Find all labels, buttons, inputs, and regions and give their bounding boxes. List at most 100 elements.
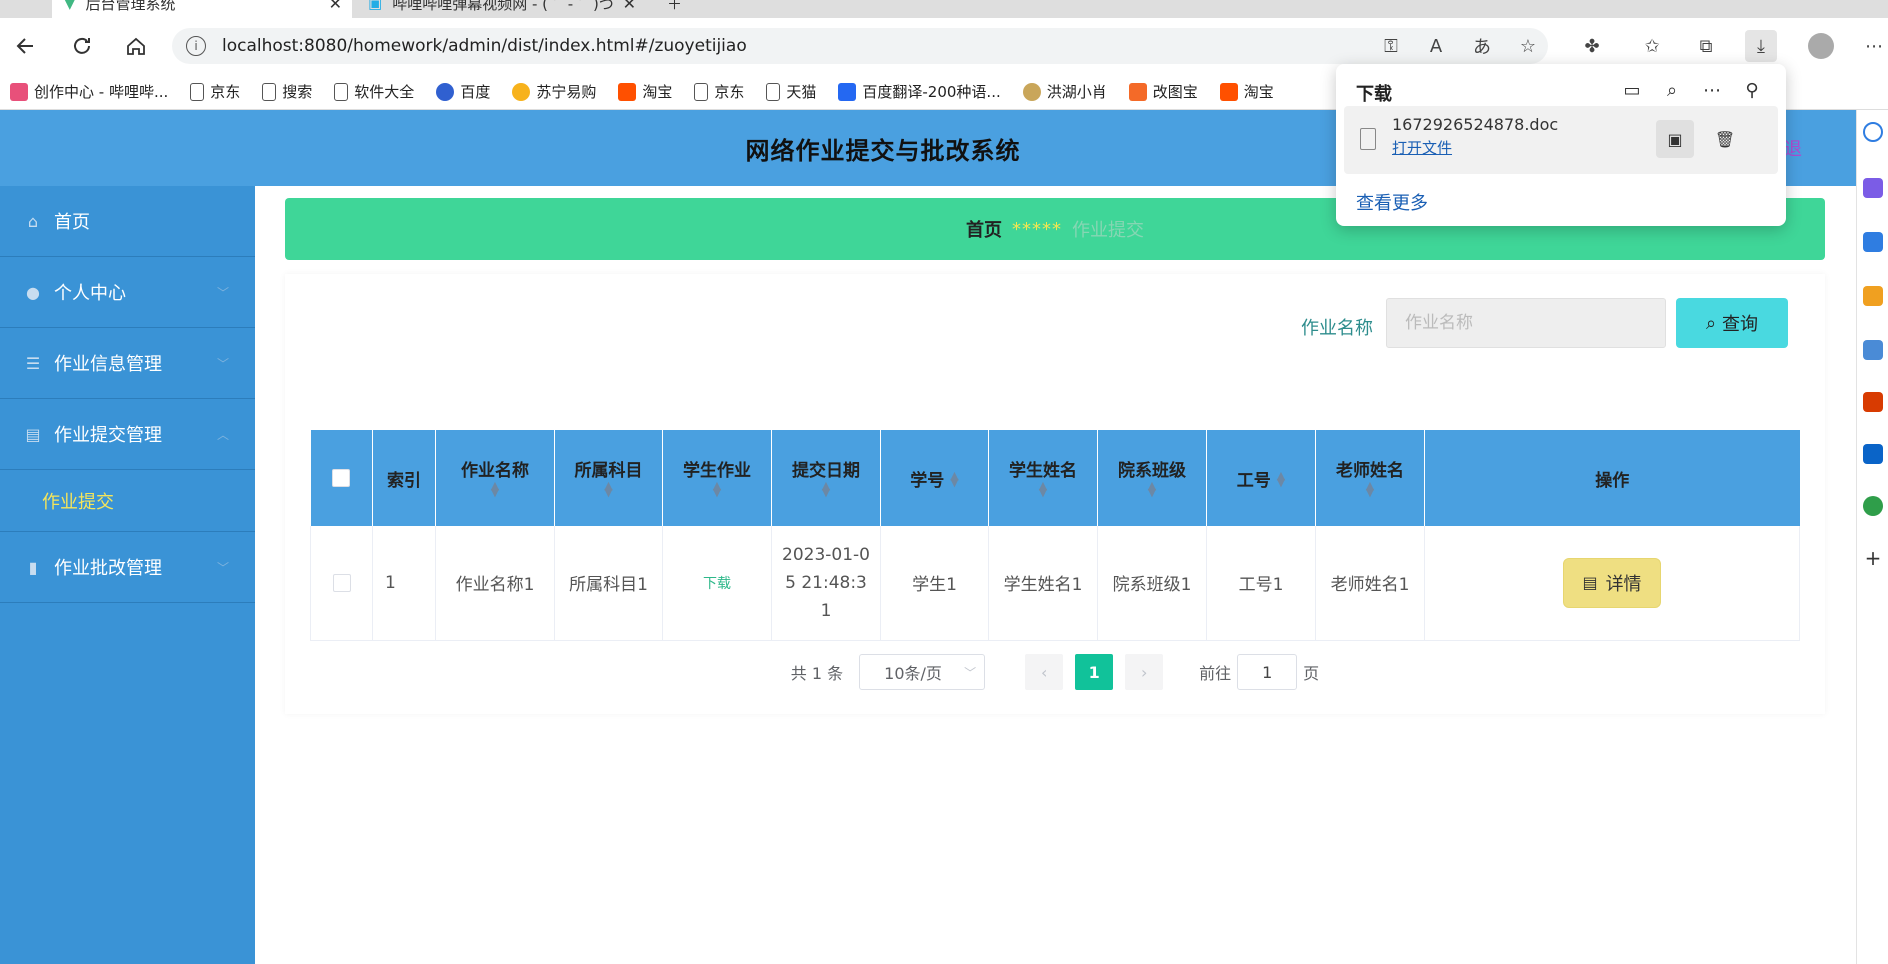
breadcrumb-home[interactable]: 首页 bbox=[966, 216, 1002, 242]
bookmark-item[interactable]: 搜索 bbox=[262, 81, 312, 102]
search-input[interactable] bbox=[1386, 298, 1666, 348]
detail-button[interactable]: ▤ 详情 bbox=[1563, 557, 1661, 608]
folder-icon[interactable]: ▭ bbox=[1618, 76, 1646, 104]
translate-icon[interactable]: あ bbox=[1466, 30, 1498, 62]
bookmark-item[interactable]: 京东 bbox=[190, 81, 240, 102]
read-aloud-icon[interactable]: A bbox=[1420, 30, 1452, 62]
sort-icon[interactable]: ▲ ▼ bbox=[1277, 470, 1285, 488]
key-icon[interactable]: ⚿ bbox=[1375, 30, 1407, 62]
search-icon[interactable]: ⌕ bbox=[1658, 76, 1686, 104]
goto-suffix: 页 bbox=[1303, 664, 1320, 683]
next-page-button[interactable]: › bbox=[1125, 654, 1164, 690]
show-in-folder-button[interactable]: ▣ bbox=[1656, 120, 1694, 158]
tag-icon[interactable] bbox=[1863, 232, 1883, 252]
select-all-header bbox=[310, 430, 373, 526]
people-icon[interactable] bbox=[1863, 340, 1883, 360]
sort-icon[interactable]: ▲ ▼ bbox=[822, 480, 830, 498]
tree-icon[interactable] bbox=[1863, 496, 1883, 516]
back-button[interactable] bbox=[10, 30, 42, 62]
query-button[interactable]: ⌕ 查询 bbox=[1676, 298, 1788, 348]
sort-icon[interactable]: ▲ ▼ bbox=[604, 480, 612, 498]
sidebar-item-homework-info[interactable]: ☰ 作业信息管理 ﹀ bbox=[0, 328, 255, 399]
copilot-icon[interactable] bbox=[1863, 178, 1883, 198]
bookmark-item[interactable]: 百度 bbox=[436, 81, 490, 102]
extensions-icon[interactable]: ✤ bbox=[1576, 30, 1608, 62]
bookmark-item[interactable]: 改图宝 bbox=[1128, 81, 1198, 102]
url-field[interactable]: i localhost:8080/homework/admin/dist/ind… bbox=[172, 28, 1548, 64]
page-number-active[interactable]: 1 bbox=[1075, 654, 1114, 690]
sort-icon[interactable]: ▲ ▼ bbox=[713, 480, 721, 498]
logout-link[interactable]: 退 bbox=[1784, 135, 1802, 161]
bookmark-item[interactable]: 洪湖小肖 bbox=[1022, 81, 1107, 102]
sort-icon[interactable]: ▲ ▼ bbox=[1148, 480, 1156, 498]
sidebar-subitem-homework-submit[interactable]: 作业提交 bbox=[0, 470, 255, 532]
bookmark-item[interactable]: 京东 bbox=[694, 81, 744, 102]
more-icon[interactable]: ⋯ bbox=[1698, 76, 1726, 104]
more-icon[interactable]: ⋯ bbox=[1858, 30, 1888, 62]
see-more-link[interactable]: 查看更多 bbox=[1356, 189, 1428, 215]
col-subject[interactable]: 所属科目 ▲ ▼ bbox=[554, 430, 663, 526]
row-checkbox[interactable] bbox=[332, 573, 351, 592]
sort-icon[interactable]: ▲ ▼ bbox=[1366, 480, 1374, 498]
sort-icon[interactable]: ▲ ▼ bbox=[491, 480, 499, 498]
info-icon[interactable]: i bbox=[186, 36, 206, 56]
col-department-class[interactable]: 院系班级 ▲ ▼ bbox=[1097, 430, 1207, 526]
close-icon[interactable]: ✕ bbox=[623, 0, 636, 13]
add-icon[interactable]: + bbox=[1863, 548, 1883, 568]
sidebar-item-personal-center[interactable]: ● 个人中心 ﹀ bbox=[0, 257, 255, 328]
tab-bilibili[interactable]: ▣ 哔哩哔哩弹幕视频网 - ( ゜- ゜)つ ✕ bbox=[356, 0, 646, 18]
refresh-button[interactable] bbox=[66, 30, 98, 62]
delete-button[interactable]: 🗑 bbox=[1706, 120, 1744, 158]
outlook-icon[interactable] bbox=[1863, 444, 1883, 464]
home-button[interactable] bbox=[120, 30, 152, 62]
col-submit-date[interactable]: 提交日期 ▲ ▼ bbox=[771, 430, 881, 526]
add-favorite-icon[interactable]: ☆ bbox=[1512, 30, 1544, 62]
downloads-icon[interactable]: ⤓ bbox=[1745, 30, 1777, 62]
bookmark-item[interactable]: 百度翻译-200种语... bbox=[838, 81, 1001, 102]
sidebar-item-homework-grading[interactable]: ▮ 作业批改管理 ﹀ bbox=[0, 532, 255, 603]
app-title: 网络作业提交与批改系统 bbox=[745, 136, 1021, 165]
downloads-panel: 下载 ▭ ⌕ ⋯ ⚲ 1672926524878.doc 打开文件 ▣ 🗑 查看… bbox=[1336, 64, 1786, 226]
open-file-link[interactable]: 打开文件 bbox=[1392, 137, 1452, 158]
download-link[interactable]: 下载 bbox=[703, 576, 731, 592]
col-student-homework[interactable]: 学生作业 ▲ ▼ bbox=[662, 430, 772, 526]
bookmark-item[interactable]: 软件大全 bbox=[334, 81, 414, 102]
download-item[interactable]: 1672926524878.doc 打开文件 ▣ 🗑 bbox=[1344, 106, 1778, 174]
sort-icon[interactable]: ▲ ▼ bbox=[950, 470, 958, 488]
page-icon bbox=[694, 82, 709, 101]
bookmark-item[interactable]: 创作中心 - 哔哩哔... bbox=[10, 81, 168, 102]
tools-icon[interactable] bbox=[1863, 286, 1883, 306]
col-teacher-name[interactable]: 老师姓名 ▲ ▼ bbox=[1315, 430, 1425, 526]
sidebar-item-homework-submit[interactable]: ▤ 作业提交管理 ︿ bbox=[0, 399, 255, 470]
search-icon: ⌕ bbox=[1705, 312, 1717, 334]
collections-icon[interactable]: ⧉ bbox=[1690, 30, 1722, 62]
bookmark-item[interactable]: 淘宝 bbox=[1219, 81, 1274, 102]
pin-icon[interactable]: ⚲ bbox=[1738, 76, 1766, 104]
col-student-name[interactable]: 学生姓名 ▲ ▼ bbox=[988, 430, 1098, 526]
new-tab-button[interactable]: ＋ bbox=[655, 0, 694, 18]
close-icon[interactable]: ✕ bbox=[329, 0, 342, 13]
tab-admin[interactable]: ▼ 后台管理系统 ✕ bbox=[52, 0, 352, 18]
prev-page-button[interactable]: ‹ bbox=[1025, 654, 1064, 690]
bookmark-item[interactable]: 淘宝 bbox=[618, 81, 672, 102]
translate-icon bbox=[838, 82, 857, 101]
col-staff-no[interactable]: 工号 ▲ ▼ bbox=[1206, 430, 1316, 526]
col-action: 操作 bbox=[1424, 430, 1800, 526]
sort-icon[interactable]: ▲ ▼ bbox=[1039, 480, 1047, 498]
col-homework-name[interactable]: 作业名称 ▲ ▼ bbox=[435, 430, 555, 526]
sidebar-item-home[interactable]: ⌂ 首页 bbox=[0, 186, 255, 257]
favorites-icon[interactable]: ✩ bbox=[1636, 30, 1668, 62]
bookmark-item[interactable]: 天猫 bbox=[766, 81, 816, 102]
col-student-no[interactable]: 学号 ▲ ▼ bbox=[880, 430, 989, 526]
table-header-row: 索引 作业名称 ▲ ▼ 所属科目 ▲ ▼ 学生作业 ▲ ▼ 提交日期 ▲ ▼ 学号 ▲ ▼ 学生姓… bbox=[310, 430, 1800, 526]
avatar-icon bbox=[1022, 82, 1041, 101]
select-all-checkbox[interactable] bbox=[332, 469, 351, 487]
page-icon bbox=[766, 82, 781, 101]
goto-page-input[interactable]: 1 bbox=[1237, 654, 1298, 690]
office-icon[interactable] bbox=[1863, 392, 1883, 412]
bookmark-item[interactable]: 苏宁易购 bbox=[512, 81, 596, 102]
page-size-select[interactable]: 10条/页 ﹀ bbox=[859, 654, 986, 690]
profile-avatar[interactable] bbox=[1805, 30, 1837, 62]
search-icon[interactable] bbox=[1863, 122, 1883, 142]
pagination: 共 1 条 10条/页 ﹀ ‹ 1 › 前往 1 页 bbox=[285, 654, 1825, 690]
